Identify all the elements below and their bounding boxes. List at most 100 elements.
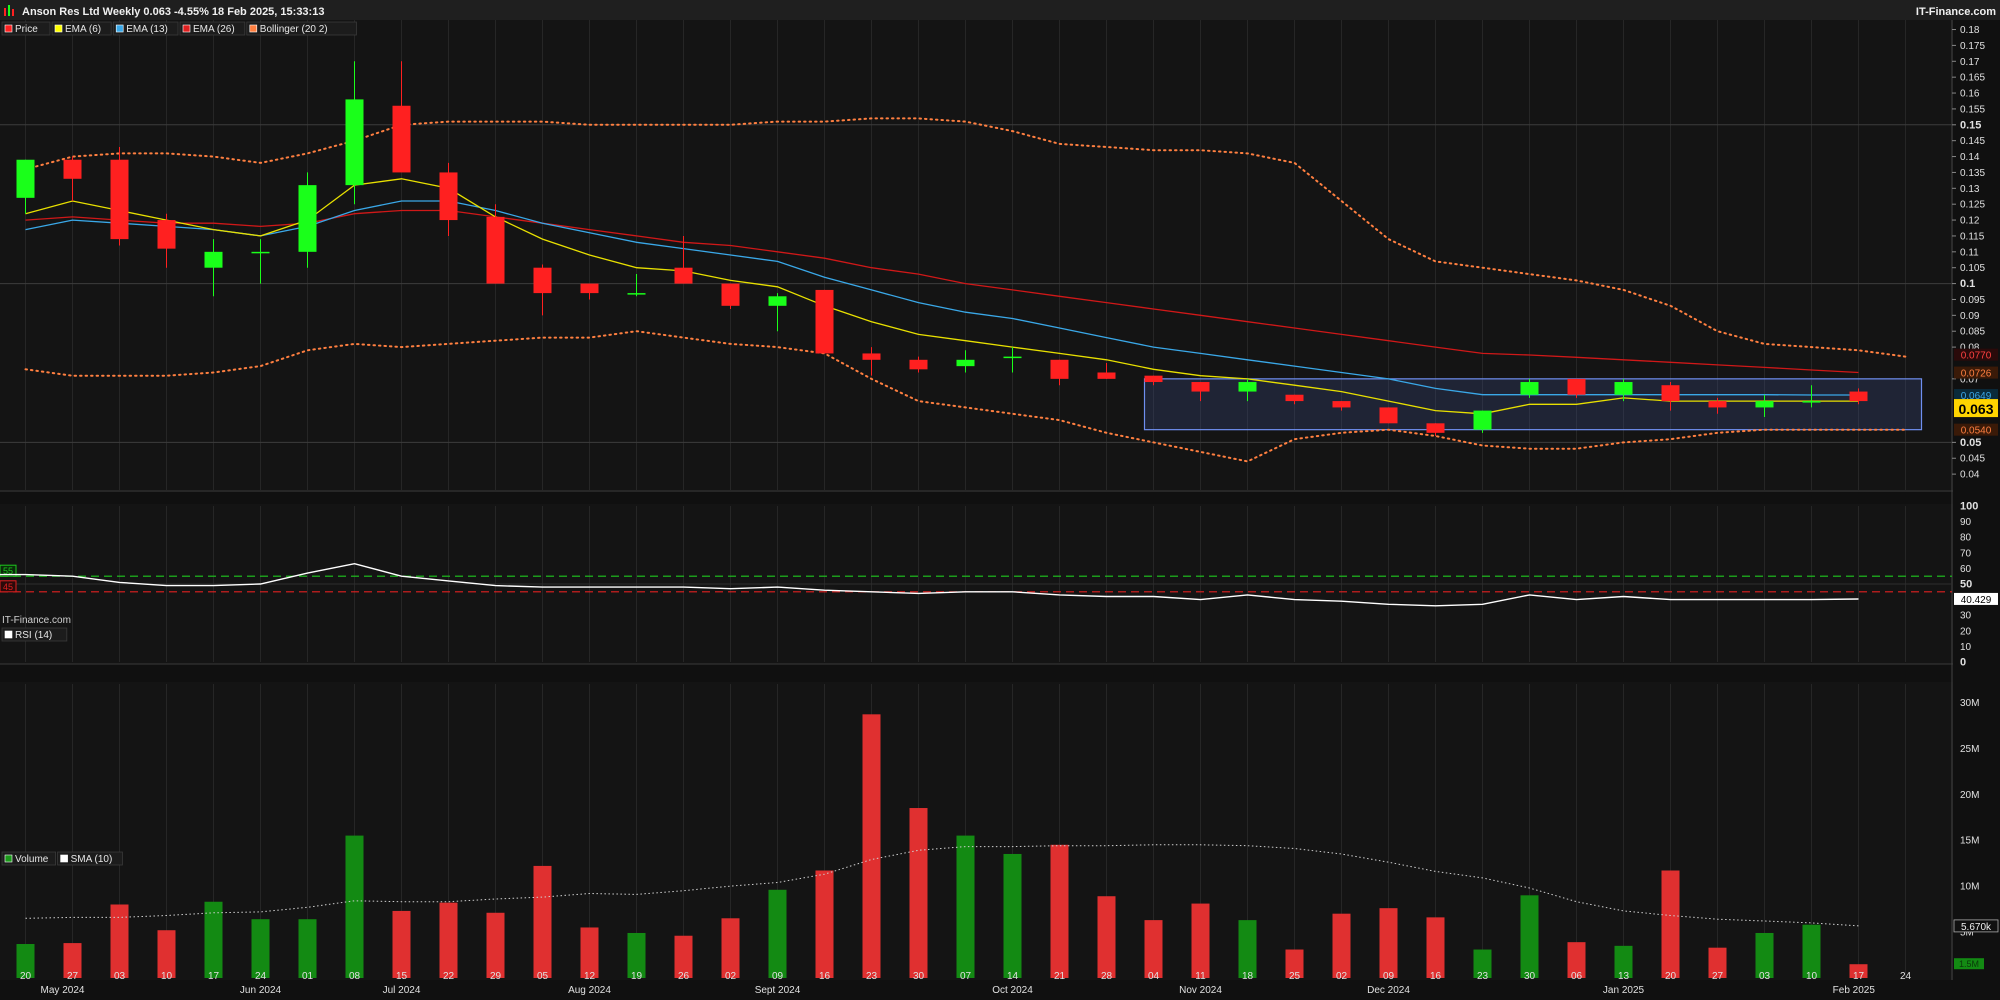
volume-bar	[909, 808, 928, 978]
rsi-header-band	[0, 492, 2000, 504]
price-tick-label: 0.155	[1960, 104, 1985, 115]
candle-body	[627, 293, 646, 295]
candle-body	[1426, 423, 1445, 433]
rsi-tick-label: 10	[1960, 642, 1972, 653]
x-tick-day-label: 09	[772, 971, 784, 982]
x-tick-day-label: 30	[913, 971, 925, 982]
rsi-legend-label: RSI (14)	[15, 630, 52, 641]
volume-legend-swatch	[60, 854, 68, 863]
x-tick-month-label: Dec 2024	[1367, 985, 1410, 996]
candle-body	[1473, 410, 1492, 430]
x-tick-day-label: 09	[1383, 971, 1395, 982]
volume-tick-label: 30M	[1960, 698, 1979, 709]
rsi-tick-label: 80	[1960, 533, 1972, 544]
volume-bar	[768, 889, 787, 978]
candle-body	[1144, 375, 1163, 383]
brand-label: IT-Finance.com	[1916, 6, 1996, 18]
price-tick-label: 0.135	[1960, 168, 1985, 179]
volume-bar	[439, 902, 458, 978]
price-legend-label: EMA (6)	[65, 24, 101, 35]
volume-bar	[1802, 924, 1821, 978]
volume-header-band	[0, 664, 2000, 682]
price-tick-label: 0.04	[1960, 470, 1980, 481]
rsi-tick-label: 100	[1960, 501, 1978, 513]
candle-body	[1708, 401, 1727, 408]
price-tick-label: 0.105	[1960, 263, 1985, 274]
x-tick-month-label: Jun 2024	[240, 985, 282, 996]
price-tick-label: 0.09	[1960, 311, 1980, 322]
price-tick-label: 0.12	[1960, 216, 1980, 227]
x-tick-day-label: 03	[1759, 971, 1771, 982]
x-tick-month-label: Oct 2024	[992, 985, 1033, 996]
price-legend-swatch	[182, 24, 191, 33]
volume-bar	[815, 870, 834, 978]
price-tick-label: 0.145	[1960, 136, 1985, 147]
x-tick-day-label: 04	[1148, 971, 1160, 982]
x-tick-day-label: 20	[20, 971, 32, 982]
price-legend-label: EMA (13)	[126, 24, 168, 35]
candle-body	[345, 99, 364, 186]
volume-bar	[1332, 913, 1351, 978]
x-tick-day-label: 15	[396, 971, 408, 982]
candle-body	[1238, 382, 1257, 392]
volume-bar	[298, 919, 317, 978]
x-tick-month-label: May 2024	[41, 985, 85, 996]
rsi-tick-label: 70	[1960, 548, 1972, 559]
volume-bar	[110, 904, 129, 978]
candle-body	[1003, 356, 1022, 359]
x-tick-day-label: 16	[1430, 971, 1442, 982]
candle-body	[392, 105, 411, 173]
candle-body	[1285, 394, 1304, 402]
candle-body	[580, 283, 599, 294]
x-tick-month-label: Sept 2024	[755, 985, 801, 996]
price-tick-label: 0.14	[1960, 152, 1980, 163]
price-tick-label: 0.17	[1960, 57, 1980, 68]
candle-body	[674, 267, 693, 284]
rsi-tick-label: 30	[1960, 611, 1972, 622]
rsi-tick-label: 90	[1960, 517, 1972, 528]
candle-body	[768, 296, 787, 306]
x-tick-day-label: 11	[1195, 971, 1206, 982]
x-tick-day-label: 19	[631, 971, 643, 982]
candle-body	[1802, 401, 1821, 403]
x-tick-day-label: 25	[1289, 971, 1301, 982]
x-tick-day-label: 02	[725, 971, 737, 982]
x-tick-day-label: 14	[1007, 971, 1019, 982]
candle-body	[298, 185, 317, 252]
price-tick-label: 0.1	[1960, 278, 1975, 290]
bb-upper-last-label: 0.0726	[1961, 369, 1992, 380]
ema26-last-label: 0.0770	[1961, 351, 1992, 362]
volume-bar	[1191, 903, 1210, 978]
price-tick-label: 0.095	[1960, 295, 1985, 306]
price-tick-label: 0.045	[1960, 454, 1985, 465]
x-tick-day-label: 24	[1900, 971, 1912, 982]
volume-bar	[1661, 870, 1680, 978]
x-tick-day-label: 22	[443, 971, 455, 982]
candle-body	[1097, 372, 1116, 379]
x-tick-day-label: 28	[1101, 971, 1113, 982]
price-tick-label: 0.125	[1960, 200, 1985, 211]
candle-body	[909, 359, 928, 370]
x-tick-month-label: Feb 2025	[1833, 985, 1876, 996]
price-legend-swatch	[4, 24, 13, 33]
price-tick-label: 0.175	[1960, 41, 1985, 52]
price-tick-label: 0.115	[1960, 231, 1985, 242]
candle-body	[1379, 407, 1398, 424]
volume-sma-last-label: 5.670k	[1961, 922, 1992, 933]
volume-last-label: 1.5M	[1959, 959, 1979, 969]
candle-body	[439, 172, 458, 221]
x-tick-month-label: Jan 2025	[1603, 985, 1645, 996]
x-tick-day-label: 03	[114, 971, 126, 982]
candle-body	[533, 267, 552, 294]
candle-body	[251, 251, 270, 254]
candle-body	[63, 159, 82, 179]
rsi-tick-label: 20	[1960, 626, 1972, 637]
price-legend-label: Bollinger (20 2)	[260, 24, 328, 35]
x-tick-month-label: Aug 2024	[568, 985, 611, 996]
price-tick-label: 0.13	[1960, 184, 1980, 195]
price-tick-label: 0.085	[1960, 327, 1985, 338]
rsi-tick-label: 60	[1960, 564, 1972, 575]
chart-title: Anson Res Ltd Weekly 0.063 -4.55% 18 Feb…	[22, 6, 324, 18]
volume-legend-swatch	[4, 854, 13, 863]
volume-bar	[721, 918, 740, 978]
